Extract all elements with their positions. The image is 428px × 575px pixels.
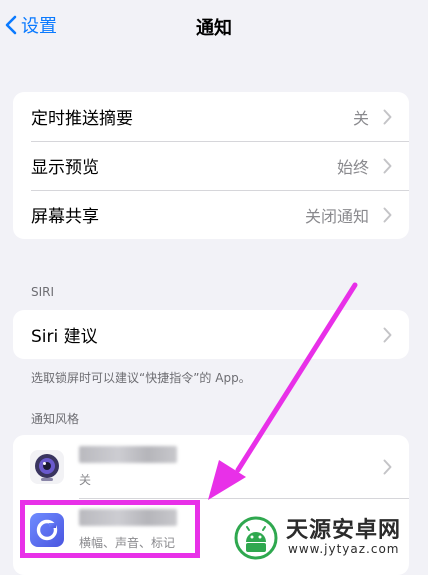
navigation-bar: 设置 通知: [0, 0, 428, 56]
app-name-redacted: [79, 509, 177, 526]
watermark-url: www.jytyaz.com: [288, 542, 400, 556]
row-value: 关闭通知: [304, 206, 369, 226]
row-value: 始终: [336, 157, 369, 177]
row-label: Siri 建议: [31, 327, 98, 347]
watermark: 天源安卓网 www.jytyaz.com: [234, 508, 424, 560]
row-value: 关: [352, 108, 369, 128]
circle-app-icon: [30, 513, 64, 547]
watermark-title: 天源安卓网: [286, 517, 402, 543]
chevron-right-icon: [383, 327, 392, 342]
chevron-right-icon: [383, 158, 392, 173]
app-subtitle: 关: [79, 473, 92, 487]
app-name-redacted: [79, 446, 177, 463]
chevron-right-icon: [383, 459, 392, 474]
screen-sharing-row[interactable]: 屏幕共享 关闭通知: [13, 190, 409, 239]
siri-suggestions-row[interactable]: Siri 建议: [13, 310, 409, 359]
row-label: 屏幕共享: [31, 207, 99, 227]
siri-section-header: SIRI: [31, 285, 55, 299]
page-title: 通知: [196, 18, 232, 39]
camera-app-icon: [30, 450, 64, 484]
android-logo-icon: [234, 516, 278, 560]
show-previews-row[interactable]: 显示预览 始终: [13, 141, 409, 190]
notification-style-header: 通知风格: [31, 412, 80, 426]
app-row[interactable]: 关: [13, 435, 409, 498]
scheduled-summary-row[interactable]: 定时推送摘要 关: [13, 92, 409, 141]
app-subtitle: 横幅、声音、标记: [79, 536, 176, 550]
general-settings-card: 定时推送摘要 关 显示预览 始终 屏幕共享 关闭通知: [13, 92, 409, 239]
chevron-right-icon: [383, 207, 392, 222]
chevron-right-icon: [383, 109, 392, 124]
row-label: 定时推送摘要: [31, 109, 133, 129]
siri-card: Siri 建议: [13, 310, 409, 359]
row-label: 显示预览: [31, 158, 99, 178]
siri-footnote: 选取锁屏时可以建议“快捷指令”的 App。: [31, 371, 251, 385]
